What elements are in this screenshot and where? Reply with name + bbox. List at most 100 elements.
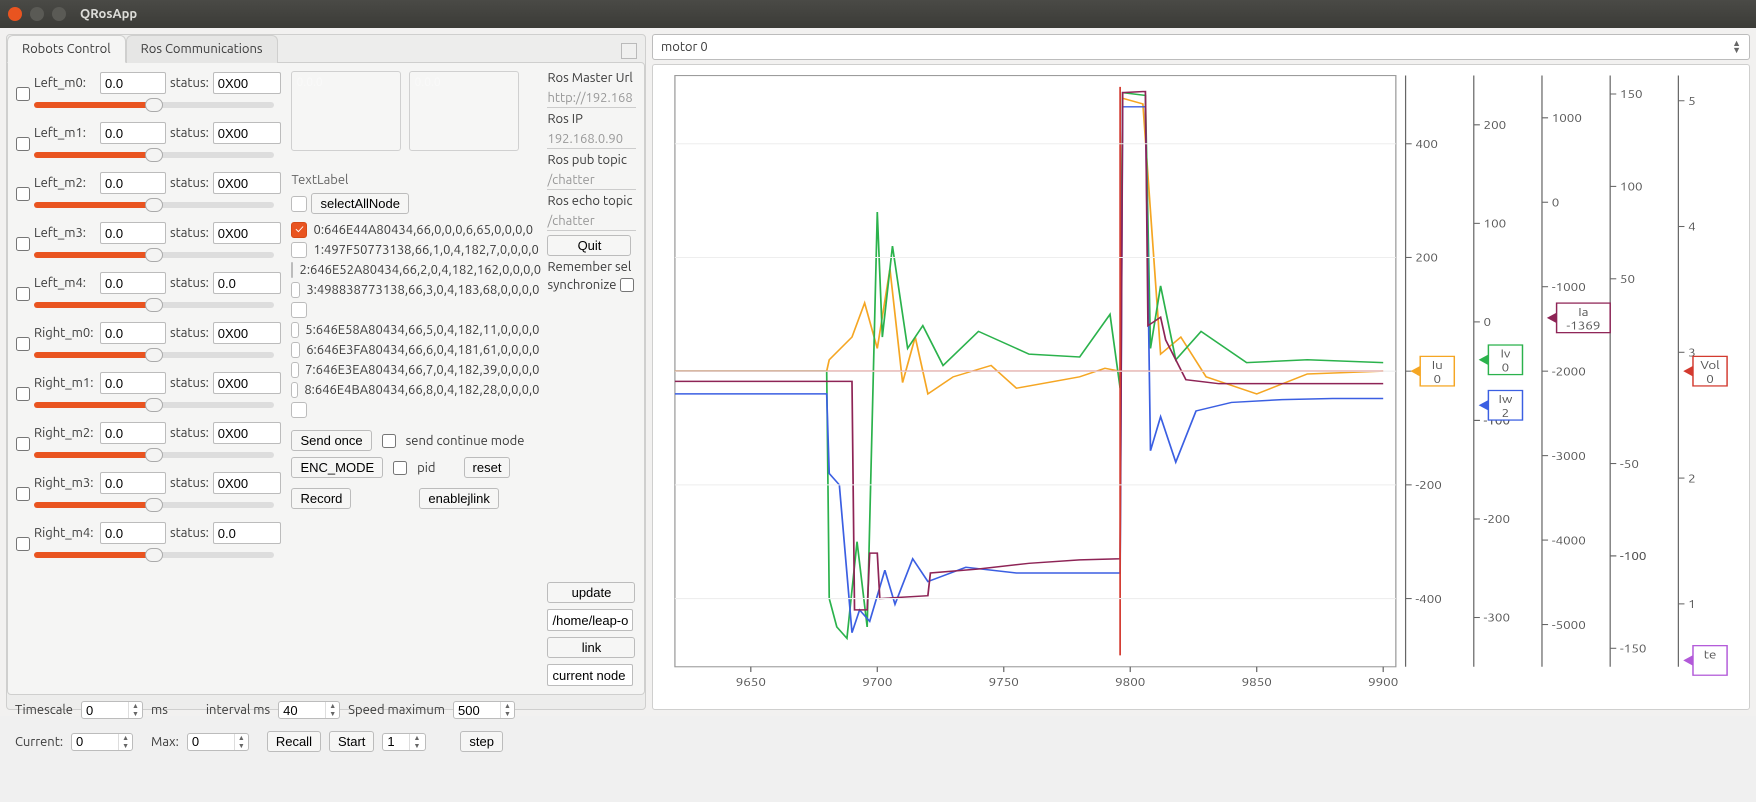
node-text: 3:498838773138,66,3,0,4,183,68,0,0,0,0 <box>306 283 539 297</box>
ros-master-value[interactable]: http://192.168 <box>547 89 636 108</box>
svg-text:0: 0 <box>1706 373 1714 386</box>
start-button[interactable]: Start <box>329 731 374 752</box>
status-label: status: <box>170 426 209 440</box>
motor-status-input[interactable] <box>213 222 281 244</box>
motor-value-input[interactable] <box>100 472 166 494</box>
motor-slider-left_m3[interactable] <box>34 252 274 258</box>
motor-value-input[interactable] <box>100 122 166 144</box>
ros-echo-label: Ros echo topic <box>547 194 636 208</box>
interval-spin[interactable]: ▲▼ <box>278 701 340 719</box>
enc-mode-button[interactable]: ENC_MODE <box>291 457 383 478</box>
pid-checkbox[interactable] <box>393 461 407 475</box>
motor-value-input[interactable] <box>100 172 166 194</box>
node-checkbox-8[interactable] <box>291 382 298 398</box>
maximize-icon[interactable] <box>52 7 66 21</box>
stepcount-spin[interactable]: ▲▼ <box>382 733 426 751</box>
tab-ros-communications[interactable]: Ros Communications <box>126 35 278 63</box>
motor-value-input[interactable] <box>100 222 166 244</box>
motor-status-input[interactable] <box>213 372 281 394</box>
motor-status-input[interactable] <box>213 422 281 444</box>
motor-value-input[interactable] <box>100 372 166 394</box>
motor-slider-right_m4[interactable] <box>34 552 274 558</box>
motor-status-input[interactable] <box>213 322 281 344</box>
motor-value-input[interactable] <box>100 522 166 544</box>
speed-max-spin[interactable]: ▲▼ <box>453 701 515 719</box>
current-spin[interactable]: ▲▼ <box>71 733 133 751</box>
chart-area[interactable]: 965097009750980098509900-400-2000200400-… <box>652 64 1750 710</box>
quit-button[interactable]: Quit <box>547 235 631 256</box>
svg-text:200: 200 <box>1415 252 1438 265</box>
enablejlink-button[interactable]: enablejlink <box>419 488 498 509</box>
record-button[interactable]: Record <box>291 488 351 509</box>
motor-slider-right_m1[interactable] <box>34 402 274 408</box>
reset-button[interactable]: reset <box>464 457 511 478</box>
motor-slider-left_m0[interactable] <box>34 102 274 108</box>
motor-status-input[interactable] <box>213 472 281 494</box>
motor-slider-right_m0[interactable] <box>34 352 274 358</box>
pid-label: pid <box>417 461 435 475</box>
motor-value-input[interactable] <box>100 72 166 94</box>
bottom-row-1: Timescale ▲▼ ms interval ms ▲▼ Speed max… <box>7 695 645 725</box>
link-button[interactable]: link <box>547 637 635 658</box>
svg-text:9800: 9800 <box>1115 676 1145 689</box>
ros-echo-value[interactable]: /chatter <box>547 212 636 231</box>
node-text: 1:497F50773138,66,1,0,4,182,7,0,0,0,0 <box>313 243 538 257</box>
node-checkbox-4[interactable] <box>291 302 307 318</box>
ros-ip-value[interactable]: 192.168.0.90 <box>547 130 636 149</box>
motor-slider-left_m4[interactable] <box>34 302 274 308</box>
send-once-button[interactable]: Send once <box>291 430 371 451</box>
current-node-input[interactable] <box>547 664 633 686</box>
path-input[interactable] <box>547 609 633 631</box>
left-panel: Robots Control Ros Communications Left_m… <box>6 34 646 710</box>
motor-status-input[interactable] <box>213 122 281 144</box>
svg-text:0: 0 <box>1433 373 1441 386</box>
step-button[interactable]: step <box>460 731 503 752</box>
motor-slider-left_m1[interactable] <box>34 152 274 158</box>
node-checkbox-5[interactable] <box>291 322 299 338</box>
ros-column: Ros Master Url http://192.168 Ros IP 192… <box>547 71 636 686</box>
synchronize-checkbox[interactable] <box>620 278 634 292</box>
update-button[interactable]: update <box>547 582 635 603</box>
tab-robots-control[interactable]: Robots Control <box>7 35 126 63</box>
middle-column: 0.0.0 0.0.0 TextLabel selectAllNode 0:64… <box>291 71 539 686</box>
status-label: status: <box>170 476 209 490</box>
node-checkbox-3[interactable] <box>291 282 300 298</box>
node-checkbox-6[interactable] <box>291 342 300 358</box>
motor-value-input[interactable] <box>100 272 166 294</box>
node-text: 2:646E52A80434,66,2,0,4,182,162,0,0,0,0 <box>299 263 541 277</box>
node-checkbox-1[interactable] <box>291 242 307 258</box>
select-all-checkbox[interactable] <box>291 196 307 212</box>
motor-status-input[interactable] <box>213 522 281 544</box>
chevron-updown-icon: ▲▼ <box>1732 40 1741 54</box>
current-label: Current: <box>15 735 63 749</box>
motor-slider-right_m2[interactable] <box>34 452 274 458</box>
ros-ip-label: Ros IP <box>547 112 636 126</box>
motor-status-input[interactable] <box>213 272 281 294</box>
max-label: Max: <box>151 735 179 749</box>
svg-text:9750: 9750 <box>989 676 1019 689</box>
node-checkbox-0[interactable] <box>291 222 307 238</box>
motor-value-input[interactable] <box>100 422 166 444</box>
timescale-spin[interactable]: ▲▼ <box>81 701 143 719</box>
minimize-icon[interactable] <box>30 7 44 21</box>
node-checkbox-2[interactable] <box>291 262 293 278</box>
status-label: status: <box>170 76 209 90</box>
motor-slider-right_m3[interactable] <box>34 502 274 508</box>
svg-text:-1000: -1000 <box>1552 281 1586 294</box>
max-spin[interactable]: ▲▼ <box>187 733 249 751</box>
close-icon[interactable] <box>8 7 22 21</box>
svg-text:4: 4 <box>1688 221 1696 234</box>
motors-column: Left_m0: status: Left_m1: status: Left_m… <box>16 71 283 686</box>
motor-slider-left_m2[interactable] <box>34 202 274 208</box>
motor-status-input[interactable] <box>213 72 281 94</box>
restore-icon[interactable] <box>621 43 637 59</box>
ros-pub-value[interactable]: /chatter <box>547 171 636 190</box>
node-checkbox-9[interactable] <box>291 402 307 418</box>
node-checkbox-7[interactable] <box>291 362 299 378</box>
select-all-node-button[interactable]: selectAllNode <box>311 193 409 214</box>
send-continue-checkbox[interactable] <box>382 434 396 448</box>
recall-button[interactable]: Recall <box>267 731 321 752</box>
motor-status-input[interactable] <box>213 172 281 194</box>
motor-select[interactable]: motor 0 ▲▼ <box>652 34 1750 60</box>
motor-value-input[interactable] <box>100 322 166 344</box>
